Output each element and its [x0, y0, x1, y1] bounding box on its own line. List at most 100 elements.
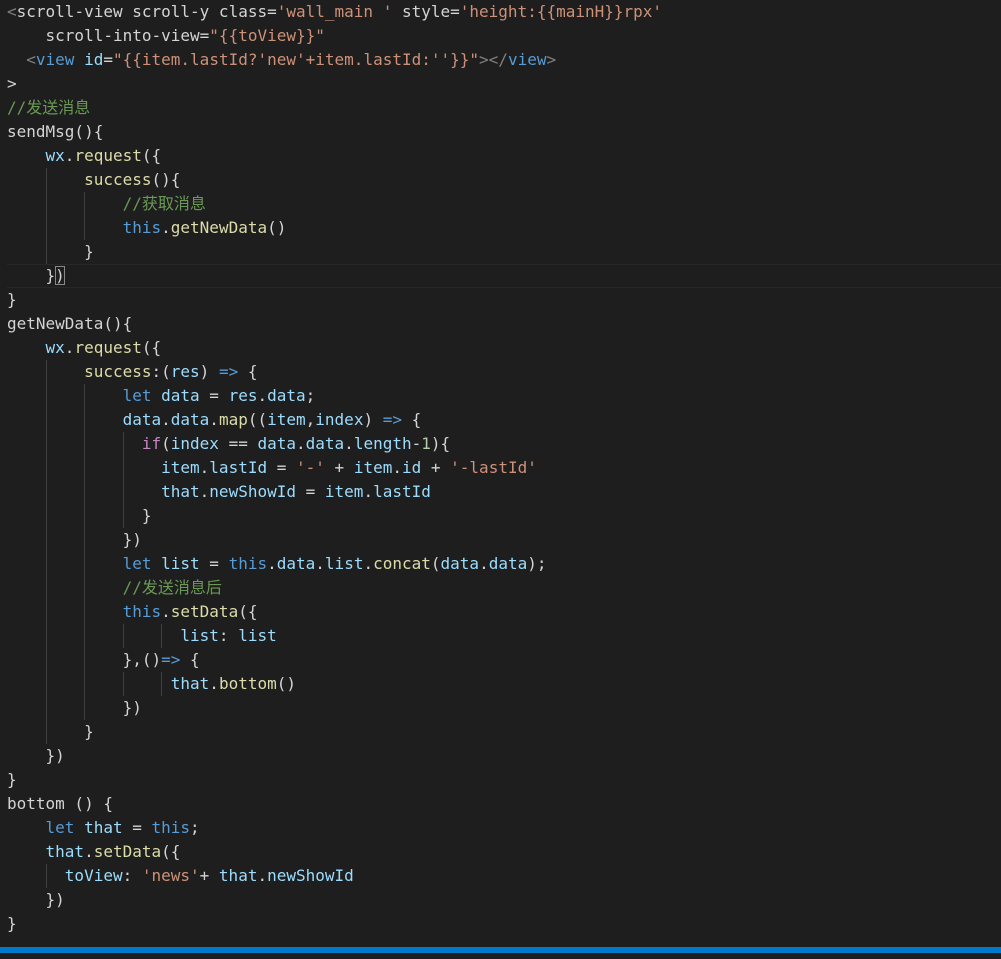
code-line[interactable]: } [7, 720, 1001, 744]
code-line[interactable]: } [7, 768, 1001, 792]
code-line[interactable]: }) [7, 696, 1001, 720]
code-line[interactable]: data.data.map((item,index) => { [7, 408, 1001, 432]
code-line[interactable]: let data = res.data; [7, 384, 1001, 408]
code-line[interactable]: success:(res) => { [7, 360, 1001, 384]
code-line[interactable]: sendMsg(){ [7, 120, 1001, 144]
indent-guide [84, 696, 86, 720]
code-lines[interactable]: <scroll-view scroll-y class='wall_main '… [7, 0, 1001, 936]
code-line[interactable]: item.lastId = '-' + item.id + '-lastId' [7, 456, 1001, 480]
code-line[interactable]: if(index == data.data.length-1){ [7, 432, 1001, 456]
indent-guide [45, 192, 47, 216]
token-punct: = [296, 482, 325, 501]
token-punct: . [257, 866, 268, 885]
token-punct: } [45, 266, 56, 285]
token-punct: ; [190, 818, 200, 837]
indent-guide [45, 600, 47, 624]
code-line[interactable]: }) [7, 528, 1001, 552]
token-keyword: let [45, 818, 75, 837]
code-line[interactable]: that.newShowId = item.lastId [7, 480, 1001, 504]
indent-guide [84, 672, 86, 696]
code-line[interactable]: } [7, 288, 1001, 312]
code-line[interactable]: },()=> { [7, 648, 1001, 672]
token-ident: wx [45, 338, 65, 357]
code-line[interactable]: that.setData({ [7, 840, 1001, 864]
token-number: 1 [421, 434, 431, 453]
token-punct: (){ [151, 170, 181, 189]
token-func: getNewData [170, 218, 268, 237]
code-line[interactable]: }) [7, 744, 1001, 768]
code-line[interactable]: this.getNewData() [7, 216, 1001, 240]
token-string: '-' [296, 458, 325, 477]
token-text: scroll-into-view= [45, 26, 210, 45]
code-line[interactable]: <view id="{{item.lastId?'new'+item.lastI… [7, 48, 1001, 72]
code-line[interactable]: > [7, 72, 1001, 96]
indent-guide [45, 864, 47, 888]
indent-guide [84, 576, 86, 600]
code-line[interactable]: this.setData({ [7, 600, 1001, 624]
token-ident: that [84, 818, 123, 837]
indent-guide [122, 432, 124, 456]
indent-guide [122, 480, 124, 504]
token-ident: list [180, 626, 219, 645]
token-tag: view [507, 50, 547, 69]
code-line[interactable]: wx.request({ [7, 144, 1001, 168]
token-punct: },() [122, 650, 162, 669]
code-line[interactable]: }) [7, 888, 1001, 912]
token-ident: that [170, 674, 210, 693]
code-line[interactable]: list: list [7, 624, 1001, 648]
token-text: bottom () { [7, 794, 113, 813]
token-string: "{{item.lastId?'new'+item.lastId:''}}" [112, 50, 480, 69]
token-punct: }) [45, 890, 65, 909]
code-line[interactable]: let list = this.data.list.concat(data.da… [7, 552, 1001, 576]
code-line[interactable]: bottom () { [7, 792, 1001, 816]
token-func: success [84, 170, 152, 189]
code-line[interactable]: toView: 'news'+ that.newShowId [7, 864, 1001, 888]
code-line[interactable]: } [7, 504, 1001, 528]
token-punct: () [276, 674, 296, 693]
token-ident: item [353, 458, 393, 477]
token-bracket: < [26, 50, 36, 69]
token-punct: :( [151, 362, 171, 381]
code-line[interactable]: //发送消息后 [7, 576, 1001, 600]
indent-guide [84, 552, 86, 576]
indent-guide [45, 672, 47, 696]
token-punct: } [84, 722, 94, 741]
code-line[interactable]: let that = this; [7, 816, 1001, 840]
token-punct: ( [430, 554, 441, 573]
token-string: '-lastId' [450, 458, 537, 477]
indent-guide [45, 384, 47, 408]
token-string: 'news' [141, 866, 200, 885]
indent-guide [45, 408, 47, 432]
code-line[interactable]: that.bottom() [7, 672, 1001, 696]
code-line[interactable]: success(){ [7, 168, 1001, 192]
code-line[interactable]: getNewData(){ [7, 312, 1001, 336]
token-punct: = [122, 818, 152, 837]
token-punct: ); [527, 554, 547, 573]
token-string: 'height:{{mainH}}rpx' [459, 2, 663, 21]
token-bracket: </ [488, 50, 508, 69]
indent-guide [84, 384, 86, 408]
code-editor[interactable]: <scroll-view scroll-y class='wall_main '… [0, 0, 1001, 953]
indent-guide [45, 240, 47, 264]
token-keyword: let [122, 386, 152, 405]
code-line[interactable]: //发送消息 [7, 96, 1001, 120]
code-line[interactable]: scroll-into-view="{{toView}}" [7, 24, 1001, 48]
token-bracket: < [7, 2, 17, 21]
token-ident: id [401, 458, 422, 477]
code-line[interactable]: <scroll-view scroll-y class='wall_main '… [7, 0, 1001, 24]
code-line[interactable]: }) [7, 264, 1001, 288]
token-punct: }) [45, 746, 65, 765]
code-line[interactable]: wx.request({ [7, 336, 1001, 360]
code-line[interactable]: } [7, 240, 1001, 264]
token-ident: list [161, 554, 200, 573]
code-line[interactable]: //获取消息 [7, 192, 1001, 216]
token-punct: , [305, 410, 316, 429]
token-punct: : [218, 626, 239, 645]
code-line[interactable]: } [7, 912, 1001, 936]
indent-guide [45, 504, 47, 528]
